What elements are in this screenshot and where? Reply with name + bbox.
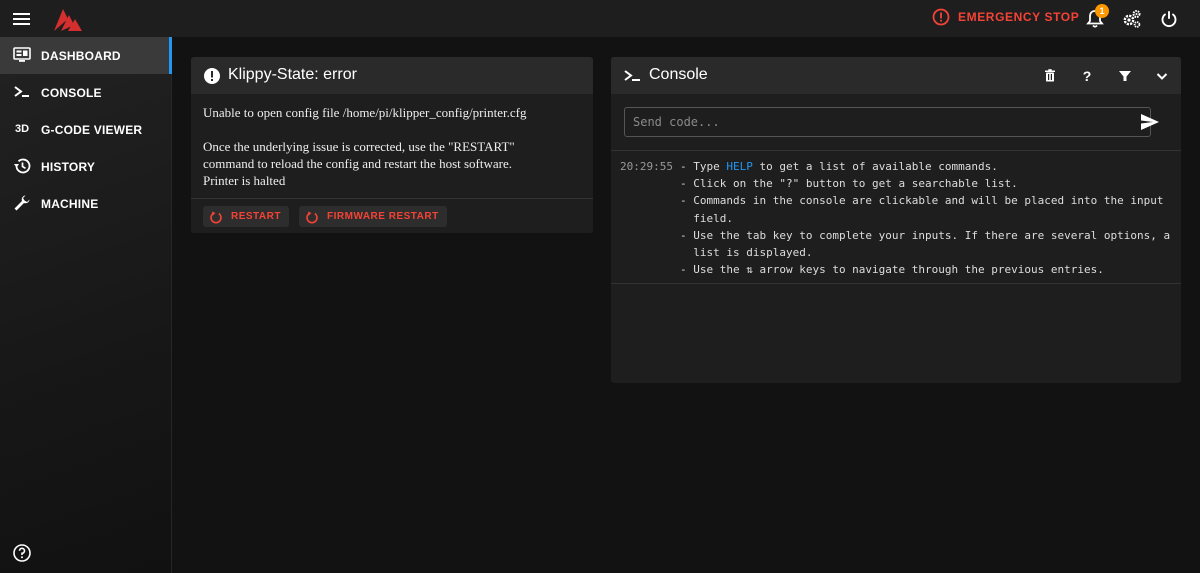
sidebar-item-label: CONSOLE bbox=[41, 85, 102, 100]
restart-icon bbox=[306, 211, 318, 223]
sidebar-item-dashboard[interactable]: DASHBOARD bbox=[0, 37, 172, 74]
divider bbox=[191, 198, 593, 199]
help-command-link[interactable]: HELP bbox=[726, 160, 753, 173]
app-bar: EMERGENCY STOP 1 bbox=[0, 0, 1200, 37]
notification-badge: 1 bbox=[1095, 4, 1109, 18]
panel-title: Klippy-State: error bbox=[228, 66, 357, 83]
console-line: - Use the ⇅ arrow keys to navigate throu… bbox=[680, 263, 1104, 277]
sidebar-item-label: G-CODE VIEWER bbox=[41, 122, 143, 137]
hint-text-line: Once the underlying issue is corrected, … bbox=[203, 139, 515, 154]
sidebar-item-machine[interactable]: MACHINE bbox=[0, 185, 172, 222]
klippy-state-panel: Klippy-State: error Unable to open confi… bbox=[191, 57, 593, 233]
wrench-icon bbox=[14, 195, 30, 211]
monitor-dashboard-icon bbox=[13, 47, 31, 62]
menu-icon[interactable] bbox=[10, 9, 34, 29]
firmware-restart-button[interactable]: FIRMWARE RESTART bbox=[299, 206, 447, 227]
panel-header: Klippy-State: error bbox=[191, 57, 593, 94]
console-timestamp: 20:29:55 bbox=[620, 160, 673, 173]
power-icon[interactable] bbox=[1158, 8, 1180, 30]
alert-circle-icon bbox=[932, 8, 950, 26]
console-line: - Type HELP to get a list of available c… bbox=[680, 158, 1170, 175]
panel-header: Console ? bbox=[611, 57, 1181, 94]
printer-status-text: Printer is halted bbox=[203, 173, 286, 188]
hint-text-line: command to reload the config and restart… bbox=[203, 156, 513, 171]
trash-icon[interactable] bbox=[1040, 66, 1060, 86]
filter-icon[interactable] bbox=[1115, 66, 1135, 86]
panel-title: Console bbox=[649, 66, 708, 83]
sidebar-item-label: MACHINE bbox=[41, 196, 99, 211]
console-panel: Console ? 20:29:55 - Type HELP to get a … bbox=[611, 57, 1181, 383]
sidebar-item-console[interactable]: CONSOLE bbox=[0, 74, 172, 111]
3d-icon: 3D bbox=[14, 123, 30, 135]
sidebar-item-label: DASHBOARD bbox=[41, 48, 121, 63]
console-line: list is displayed. bbox=[680, 246, 813, 259]
console-text: to get a list of available commands. bbox=[752, 160, 998, 173]
emergency-stop-label: EMERGENCY STOP bbox=[958, 10, 1080, 24]
help-circle-icon[interactable] bbox=[12, 543, 32, 563]
console-line: field. bbox=[680, 211, 733, 225]
console-line: - Use the tab key to complete your input… bbox=[680, 228, 1171, 242]
history-icon bbox=[14, 158, 31, 174]
sidebar: DASHBOARD CONSOLE 3D G-CODE VIEWER HISTO… bbox=[0, 37, 172, 573]
mainsail-logo[interactable] bbox=[52, 5, 84, 33]
error-message: Unable to open config file /home/pi/klip… bbox=[203, 105, 527, 120]
console-text: - Type bbox=[680, 160, 727, 173]
restart-button[interactable]: RESTART bbox=[203, 206, 289, 227]
console-icon bbox=[624, 70, 640, 81]
send-icon[interactable] bbox=[1139, 112, 1161, 132]
cogs-icon[interactable] bbox=[1121, 8, 1143, 30]
console-icon bbox=[14, 86, 29, 97]
command-list-button[interactable]: ? bbox=[1077, 66, 1097, 86]
restart-label: RESTART bbox=[231, 211, 281, 222]
sidebar-item-label: HISTORY bbox=[41, 159, 96, 174]
emergency-stop-button[interactable]: EMERGENCY STOP bbox=[932, 8, 1079, 26]
sidebar-item-history[interactable]: HISTORY bbox=[0, 148, 172, 185]
divider bbox=[611, 150, 1181, 151]
console-line: - Commands in the console are clickable … bbox=[680, 194, 1164, 208]
chevron-down-icon[interactable] bbox=[1152, 66, 1172, 86]
send-code-input[interactable] bbox=[624, 107, 1151, 137]
firmware-restart-label: FIRMWARE RESTART bbox=[327, 211, 439, 222]
console-line: - Click on the "?" button to get a searc… bbox=[680, 177, 1018, 191]
sidebar-item-gcode-viewer[interactable]: 3D G-CODE VIEWER bbox=[0, 111, 172, 148]
alert-circle-icon bbox=[204, 68, 220, 84]
divider bbox=[611, 283, 1181, 284]
restart-icon bbox=[210, 211, 222, 223]
